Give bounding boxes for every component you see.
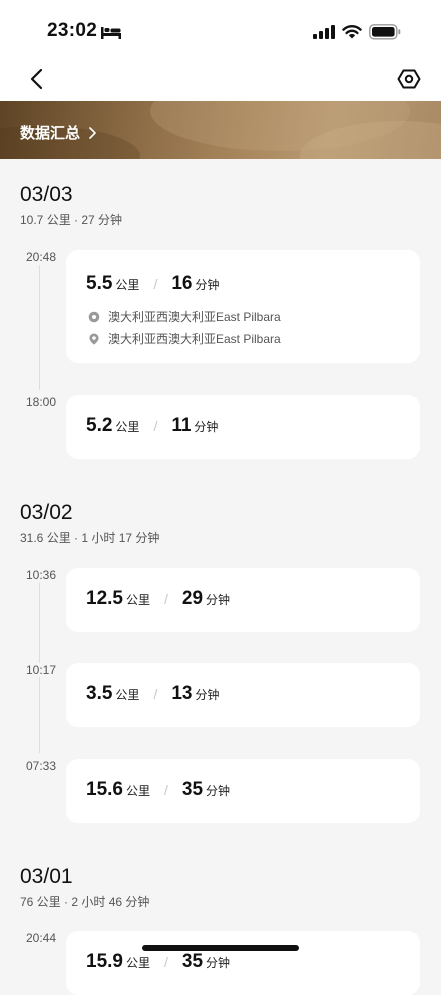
bed-icon <box>101 27 121 39</box>
end-location-text: 澳大利亚西澳大利亚East Pilbara <box>108 332 281 346</box>
duration-value: 35 <box>181 951 204 972</box>
wifi-icon <box>342 25 362 39</box>
activity-card[interactable]: 12.5 公里 / 29 分钟 <box>66 568 420 632</box>
home-indicator[interactable] <box>142 945 299 951</box>
entry-time: 20:44 <box>20 931 56 945</box>
duration-unit: 分钟 <box>206 956 231 970</box>
data-summary-label: 数据汇总 <box>20 125 81 142</box>
entry-time: 10:36 <box>20 568 56 582</box>
separator: / <box>164 782 168 798</box>
distance-unit: 公里 <box>115 688 140 702</box>
duration-value: 16 <box>171 273 193 294</box>
nav-bar <box>0 62 441 101</box>
status-bar: 23:02 <box>0 0 441 62</box>
cellular-signal-icon <box>313 25 335 39</box>
entry-time: 07:33 <box>20 759 56 773</box>
day-summary: 10.7 公里 · 27 分钟 <box>20 213 123 227</box>
activity-metrics: 15.6 公里 / 35 分钟 <box>86 779 230 801</box>
distance-unit: 公里 <box>125 784 150 798</box>
day-date: 03/03 <box>20 183 73 206</box>
duration-unit: 分钟 <box>195 688 220 702</box>
day-date: 03/02 <box>20 501 73 524</box>
separator: / <box>153 276 158 292</box>
battery-icon <box>369 24 401 40</box>
separator: / <box>164 954 168 970</box>
distance-unit: 公里 <box>115 278 140 292</box>
activity-metrics: 5.2 公里 / 11 分钟 <box>86 415 218 437</box>
start-point-icon <box>88 311 100 322</box>
duration-value: 13 <box>171 683 193 704</box>
location-pin-icon <box>89 333 99 345</box>
settings-hexagon-button[interactable] <box>396 66 422 92</box>
activity-metrics: 15.9 公里 / 35 分钟 <box>86 951 230 973</box>
separator: / <box>153 418 158 434</box>
duration-unit: 分钟 <box>206 784 231 798</box>
day-summary: 76 公里 · 2 小时 46 分钟 <box>20 895 150 909</box>
timeline-line <box>39 265 40 390</box>
activity-list[interactable]: 03/03 10.7 公里 · 27 分钟 20:48 5.5 公里 / 16 … <box>0 159 441 995</box>
end-location-row: 澳大利亚西澳大利亚East Pilbara <box>88 330 281 347</box>
back-button[interactable] <box>26 66 48 92</box>
entry-time: 20:48 <box>20 250 56 264</box>
activity-card[interactable]: 5.2 公里 / 11 分钟 <box>66 395 420 459</box>
distance-value: 5.2 <box>86 415 113 436</box>
distance-value: 5.5 <box>86 273 113 294</box>
duration-value: 35 <box>181 779 204 800</box>
distance-value: 15.6 <box>86 779 123 800</box>
activity-card[interactable]: 15.9 公里 / 35 分钟 <box>66 931 420 995</box>
separator: / <box>153 686 158 702</box>
distance-value: 12.5 <box>86 588 123 609</box>
summary-banner[interactable]: 数据汇总 <box>0 101 441 159</box>
start-location-row: 澳大利亚西澳大利亚East Pilbara <box>88 308 281 325</box>
duration-value: 11 <box>171 415 192 436</box>
entry-time: 18:00 <box>20 395 56 409</box>
activity-card[interactable]: 5.5 公里 / 16 分钟 澳大利亚西澳大利亚East Pilbara 澳大利… <box>66 250 420 363</box>
distance-value: 3.5 <box>86 683 113 704</box>
distance-value: 15.9 <box>86 951 123 972</box>
separator: / <box>164 591 168 607</box>
entry-time: 10:17 <box>20 663 56 677</box>
status-time: 23:02 <box>47 20 98 41</box>
chevron-right-icon <box>89 126 96 139</box>
day-date: 03/01 <box>20 865 73 888</box>
duration-unit: 分钟 <box>195 278 220 292</box>
distance-unit: 公里 <box>115 420 140 434</box>
activity-card[interactable]: 3.5 公里 / 13 分钟 <box>66 663 420 727</box>
duration-unit: 分钟 <box>206 593 231 607</box>
activity-metrics: 3.5 公里 / 13 分钟 <box>86 683 219 705</box>
activity-metrics: 5.5 公里 / 16 分钟 <box>86 273 219 295</box>
distance-unit: 公里 <box>125 956 150 970</box>
duration-value: 29 <box>181 588 204 609</box>
start-location-text: 澳大利亚西澳大利亚East Pilbara <box>108 310 281 324</box>
duration-unit: 分钟 <box>194 420 219 434</box>
activity-card[interactable]: 15.6 公里 / 35 分钟 <box>66 759 420 823</box>
data-summary-link[interactable]: 数据汇总 <box>20 122 97 143</box>
day-summary: 31.6 公里 · 1 小时 17 分钟 <box>20 531 160 545</box>
distance-unit: 公里 <box>125 593 150 607</box>
activity-metrics: 12.5 公里 / 29 分钟 <box>86 588 230 610</box>
